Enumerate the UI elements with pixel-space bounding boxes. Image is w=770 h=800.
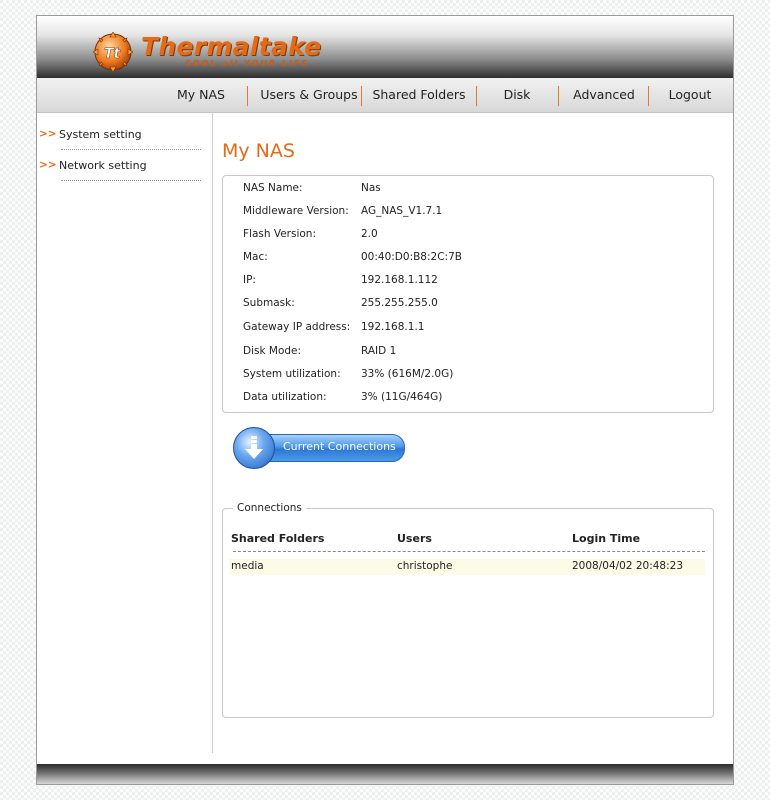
- current-connections-button[interactable]: Current Connections: [233, 425, 409, 469]
- page-frame: Tt Thermaltake COOL all YOUR LIFE My NAS…: [36, 15, 734, 785]
- info-row: Data utilization: 3% (11G/464G): [223, 391, 713, 411]
- nav-disk[interactable]: Disk: [478, 78, 556, 112]
- chevron-right-icon: >>: [39, 128, 57, 140]
- info-value: 00:40:D0:B8:2C:7B: [361, 251, 462, 263]
- chevron-right-icon: >>: [39, 159, 57, 171]
- info-row: Middleware Version: AG_NAS_V1.7.1: [223, 205, 713, 225]
- info-label: Mac:: [243, 251, 268, 263]
- sidebar: >> System setting >> Network setting: [37, 113, 213, 753]
- info-value: 33% (616M/2.0G): [361, 368, 454, 380]
- info-label: Gateway IP address:: [243, 321, 351, 333]
- info-value: RAID 1: [361, 345, 397, 357]
- cell-folder: media: [231, 560, 264, 572]
- info-value: 3% (11G/464G): [361, 391, 443, 403]
- info-value: 255.255.255.0: [361, 297, 438, 309]
- table-row: media christophe 2008/04/02 20:48:23: [229, 559, 705, 575]
- main-nav: My NAS Users & Groups Shared Folders Dis…: [37, 78, 733, 113]
- info-row: NAS Name: Nas: [223, 182, 713, 202]
- column-header-shared-folders: Shared Folders: [231, 532, 325, 545]
- button-label: Current Connections: [283, 440, 396, 453]
- logo-wordmark: Thermaltake: [141, 32, 322, 61]
- nav-separator: [361, 86, 362, 106]
- divider: [233, 551, 705, 552]
- cell-login-time: 2008/04/02 20:48:23: [572, 560, 684, 572]
- nav-advanced[interactable]: Advanced: [560, 78, 648, 112]
- logo-badge-icon: Tt: [93, 32, 133, 72]
- info-label: IP:: [243, 274, 256, 286]
- download-arrow-icon: [233, 427, 275, 469]
- footer: [37, 764, 733, 784]
- info-value: Nas: [361, 182, 381, 194]
- cell-user: christophe: [397, 560, 453, 572]
- nav-shared-folders[interactable]: Shared Folders: [363, 78, 475, 112]
- header: Tt Thermaltake COOL all YOUR LIFE: [37, 16, 733, 78]
- page-title: My NAS: [222, 140, 295, 162]
- info-row: System utilization: 33% (616M/2.0G): [223, 368, 713, 388]
- column-header-login-time: Login Time: [572, 532, 641, 545]
- info-label: Data utilization:: [243, 391, 327, 403]
- divider: [61, 149, 201, 150]
- info-value: 192.168.1.1: [361, 321, 425, 333]
- nav-separator: [648, 86, 649, 106]
- info-label: System utilization:: [243, 368, 341, 380]
- info-value: 192.168.1.112: [361, 274, 438, 286]
- divider: [61, 180, 201, 181]
- sidebar-item-label: Network setting: [59, 159, 147, 172]
- svg-text:Tt: Tt: [104, 46, 122, 62]
- nav-users-groups[interactable]: Users & Groups: [249, 78, 369, 112]
- info-row: Flash Version: 2.0: [223, 228, 713, 248]
- info-row: IP: 192.168.1.112: [223, 274, 713, 294]
- nav-separator: [558, 86, 559, 106]
- info-label: Flash Version:: [243, 228, 317, 240]
- info-label: NAS Name:: [243, 182, 303, 194]
- sidebar-item-network-setting[interactable]: >> Network setting: [37, 159, 207, 189]
- info-value: 2.0: [361, 228, 378, 240]
- info-row: Submask: 255.255.255.0: [223, 297, 713, 317]
- logo-tagline: COOL all YOUR LIFE: [185, 59, 309, 68]
- info-row: Mac: 00:40:D0:B8:2C:7B: [223, 251, 713, 271]
- info-value: AG_NAS_V1.7.1: [361, 205, 443, 217]
- connections-legend: Connections: [233, 502, 306, 514]
- nas-info-panel: NAS Name: Nas Middleware Version: AG_NAS…: [222, 175, 714, 413]
- column-header-users: Users: [397, 532, 432, 545]
- sidebar-item-system-setting[interactable]: >> System setting: [37, 128, 207, 158]
- thermaltake-logo: Tt Thermaltake COOL all YOUR LIFE: [93, 32, 333, 72]
- info-label: Submask:: [243, 297, 295, 309]
- nav-separator: [247, 86, 248, 106]
- nav-separator: [476, 86, 477, 106]
- nav-logout[interactable]: Logout: [650, 78, 730, 112]
- nav-my-nas[interactable]: My NAS: [167, 78, 235, 112]
- info-label: Disk Mode:: [243, 345, 302, 357]
- sidebar-item-label: System setting: [59, 128, 142, 141]
- info-row: Gateway IP address: 192.168.1.1: [223, 321, 713, 341]
- connections-panel: Connections Shared Folders Users Login T…: [222, 502, 714, 718]
- info-row: Disk Mode: RAID 1: [223, 345, 713, 365]
- info-label: Middleware Version:: [243, 205, 349, 217]
